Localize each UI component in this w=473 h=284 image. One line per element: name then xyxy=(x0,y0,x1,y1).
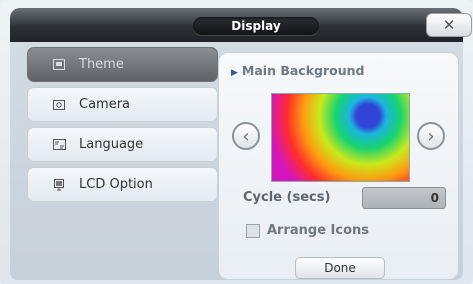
sidebar: Theme Camera Language LCD Option xyxy=(10,42,218,280)
cycle-label: Cycle (secs) xyxy=(243,190,331,205)
sidebar-item-theme[interactable]: Theme xyxy=(27,47,218,82)
lcd-icon xyxy=(53,178,79,191)
title-bar: Display ✕ xyxy=(10,8,472,42)
sidebar-item-label: Language xyxy=(79,137,144,152)
dialog-title: Display xyxy=(193,17,319,35)
chevron-right-icon: › xyxy=(427,125,435,147)
arrange-icons-checkbox[interactable] xyxy=(246,224,260,238)
sidebar-item-label: LCD Option xyxy=(79,177,153,192)
previous-background-button[interactable]: ‹ xyxy=(232,122,260,150)
background-preview xyxy=(271,93,410,182)
done-button[interactable]: Done xyxy=(295,257,385,279)
sidebar-item-label: Theme xyxy=(79,57,124,72)
display-dialog: Display ✕ Theme Camera Language LCD Opti… xyxy=(0,0,473,284)
camera-icon xyxy=(53,99,79,110)
close-button[interactable]: ✕ xyxy=(426,13,472,37)
sidebar-item-label: Camera xyxy=(79,97,131,112)
next-background-button[interactable]: › xyxy=(417,122,445,150)
sidebar-item-language[interactable]: Language xyxy=(27,127,218,162)
sidebar-item-lcd-option[interactable]: LCD Option xyxy=(27,167,218,202)
panel-title: ▶ Main Background xyxy=(231,63,365,78)
arrange-icons-label: Arrange Icons xyxy=(267,223,370,238)
close-icon: ✕ xyxy=(442,16,456,34)
cycle-input[interactable]: 0 xyxy=(362,187,446,209)
chevron-left-icon: ‹ xyxy=(242,125,250,147)
theme-panel: ▶ Main Background ‹ › Cycle (secs) 0 Arra… xyxy=(218,52,459,280)
language-icon xyxy=(53,139,79,150)
triangle-icon: ▶ xyxy=(231,68,238,78)
sidebar-item-camera[interactable]: Camera xyxy=(27,87,218,122)
theme-icon xyxy=(53,59,79,70)
